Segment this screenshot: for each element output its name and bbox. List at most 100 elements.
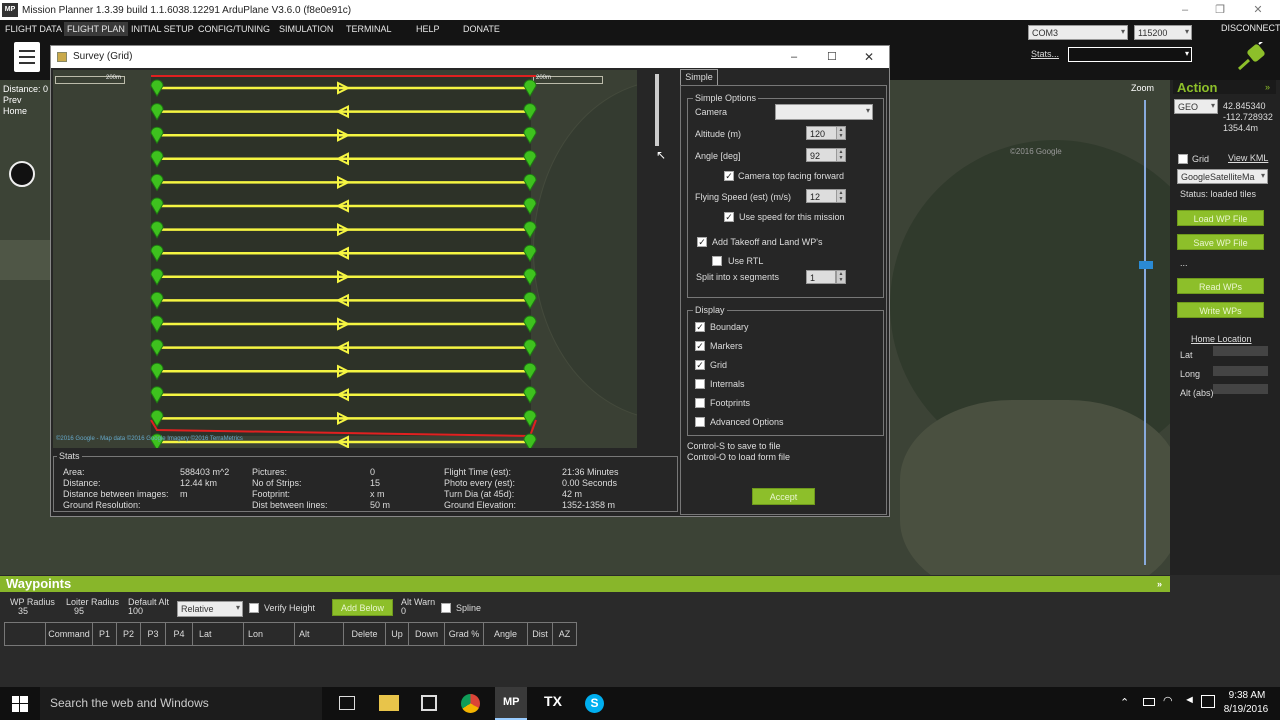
chrome-icon[interactable] <box>461 694 480 713</box>
col-alt[interactable]: Alt <box>294 622 344 646</box>
display-option-checkbox[interactable]: ✓ <box>695 341 705 351</box>
wp-radius-value[interactable]: 35 <box>18 606 28 616</box>
tray-chevron-icon[interactable]: ⌃ <box>1120 696 1129 709</box>
opentx-icon[interactable]: TX <box>543 693 563 713</box>
collapse-icon[interactable]: » <box>1265 82 1270 92</box>
zoom-track[interactable] <box>1144 100 1146 565</box>
use-rtl-checkbox[interactable] <box>712 256 722 266</box>
altitude-spinner[interactable]: ▲ ▼ <box>836 126 846 140</box>
stats-link[interactable]: Stats... <box>1031 49 1059 59</box>
flying-speed-input[interactable]: 12 <box>806 189 840 203</box>
task-view-icon[interactable] <box>339 696 355 710</box>
menu-flight-data[interactable]: FLIGHT DATA <box>2 22 65 36</box>
maximize-icon[interactable]: ❐ <box>1200 0 1240 20</box>
menu-flight-plan[interactable]: FLIGHT PLAN <box>64 22 128 36</box>
clock-date[interactable]: 8/19/2016 <box>1221 704 1271 715</box>
spline-checkbox[interactable] <box>441 603 451 613</box>
loiter-radius-value[interactable]: 95 <box>74 606 84 616</box>
baud-select[interactable]: 115200 ▾ <box>1134 25 1192 40</box>
battery-icon[interactable] <box>1143 698 1155 706</box>
wifi-icon[interactable]: ◠ <box>1163 694 1173 707</box>
close-icon[interactable]: ✕ <box>1238 0 1278 20</box>
home-location-link[interactable]: Home Location <box>1191 334 1252 344</box>
load-wp-file-button[interactable]: Load WP File <box>1177 210 1264 226</box>
flying-speed-spinner[interactable]: ▲ ▼ <box>836 189 846 203</box>
clipboard-icon[interactable] <box>14 42 40 72</box>
port-select[interactable]: COM3 ▾ <box>1028 25 1128 40</box>
col-p2[interactable]: P2 <box>116 622 141 646</box>
save-wp-file-button[interactable]: Save WP File <box>1177 234 1264 250</box>
display-option-checkbox[interactable]: ✓ <box>695 322 705 332</box>
coord-mode-select[interactable]: GEO ▾ <box>1174 99 1218 114</box>
col-angle[interactable]: Angle <box>483 622 528 646</box>
angle-input[interactable]: 92 <box>806 148 840 162</box>
split-spinner[interactable]: ▲ ▼ <box>836 270 846 284</box>
col-dist[interactable]: Dist <box>527 622 553 646</box>
store-icon[interactable] <box>421 695 437 711</box>
col-grad[interactable]: Grad % <box>444 622 484 646</box>
angle-spinner[interactable]: ▲ ▼ <box>836 148 846 162</box>
display-option-checkbox[interactable] <box>695 379 705 389</box>
menu-config-tuning[interactable]: CONFIG/TUNING <box>195 22 273 36</box>
file-explorer-icon[interactable] <box>379 695 399 711</box>
menu-initial-setup[interactable]: INITIAL SETUP <box>128 22 197 36</box>
map-provider-select[interactable]: GoogleSatelliteMa ▾ <box>1177 169 1268 184</box>
minimize-icon[interactable]: – <box>791 46 797 68</box>
view-kml-link[interactable]: View KML <box>1228 153 1268 163</box>
col-p3[interactable]: P3 <box>140 622 166 646</box>
col-lat[interactable]: Lat <box>192 622 244 646</box>
minimize-icon[interactable]: – <box>1165 0 1205 20</box>
display-option-checkbox[interactable] <box>695 417 705 427</box>
split-input[interactable]: 1 <box>806 270 836 284</box>
waypoints-header[interactable]: Waypoints » <box>0 576 1170 592</box>
stats-select[interactable]: ▾ <box>1068 47 1192 62</box>
more-dots[interactable]: ... <box>1180 258 1188 268</box>
survey-map[interactable]: 200m 200m ©2016 Google - Map data ©2016 … <box>53 70 637 448</box>
use-speed-checkbox[interactable]: ✓ <box>724 212 734 222</box>
accept-button[interactable]: Accept <box>752 488 815 505</box>
scroll-thumb[interactable] <box>655 74 659 146</box>
col-lon[interactable]: Lon <box>243 622 295 646</box>
menu-donate[interactable]: DONATE <box>460 22 503 36</box>
mission-planner-task[interactable]: MP <box>495 687 527 720</box>
grid-checkbox[interactable] <box>1178 154 1188 164</box>
tab-simple[interactable]: Simple <box>680 69 718 85</box>
zoom-slider-thumb[interactable] <box>1139 261 1153 269</box>
disconnect-label[interactable]: DISCONNECT <box>1221 23 1280 33</box>
verify-height-checkbox[interactable] <box>249 603 259 613</box>
write-wps-button[interactable]: Write WPs <box>1177 302 1264 318</box>
maximize-icon[interactable]: ☐ <box>827 46 837 68</box>
col-p4[interactable]: P4 <box>165 622 193 646</box>
col-p1[interactable]: P1 <box>92 622 117 646</box>
skype-icon[interactable]: S <box>585 694 604 713</box>
camera-top-forward-checkbox[interactable]: ✓ <box>724 171 734 181</box>
col-delete[interactable]: Delete <box>343 622 386 646</box>
close-icon[interactable]: ✕ <box>864 46 874 68</box>
display-option-checkbox[interactable] <box>695 398 705 408</box>
clock-time[interactable]: 9:38 AM <box>1227 690 1267 701</box>
volume-icon[interactable]: ◄ <box>1184 694 1195 706</box>
search-box[interactable]: Search the web and Windows <box>40 687 322 720</box>
windows-start-icon[interactable] <box>12 696 28 712</box>
col-up[interactable]: Up <box>385 622 409 646</box>
altitude-input[interactable]: 120 <box>806 126 840 140</box>
menu-simulation[interactable]: SIMULATION <box>276 22 336 36</box>
read-wps-button[interactable]: Read WPs <box>1177 278 1264 294</box>
alt-mode-select[interactable]: Relative ▾ <box>177 601 243 617</box>
camera-select[interactable]: ▾ <box>775 104 873 120</box>
map-scrollbar[interactable] <box>646 74 660 442</box>
collapse-icon[interactable]: » <box>1157 576 1162 592</box>
col-down[interactable]: Down <box>408 622 445 646</box>
add-takeoff-land-checkbox[interactable]: ✓ <box>697 237 707 247</box>
alt-warn-value[interactable]: 0 <box>401 606 406 616</box>
notification-icon[interactable] <box>1201 695 1215 708</box>
display-option-checkbox[interactable]: ✓ <box>695 360 705 370</box>
menu-help[interactable]: HELP <box>413 22 443 36</box>
col-az[interactable]: AZ <box>552 622 577 646</box>
default-alt-value[interactable]: 100 <box>128 606 143 616</box>
home-lat-input[interactable] <box>1213 346 1268 356</box>
home-long-input[interactable] <box>1213 366 1268 376</box>
add-below-button[interactable]: Add Below <box>332 599 393 616</box>
plug-icon[interactable] <box>1235 38 1269 72</box>
home-alt-input[interactable] <box>1213 384 1268 394</box>
